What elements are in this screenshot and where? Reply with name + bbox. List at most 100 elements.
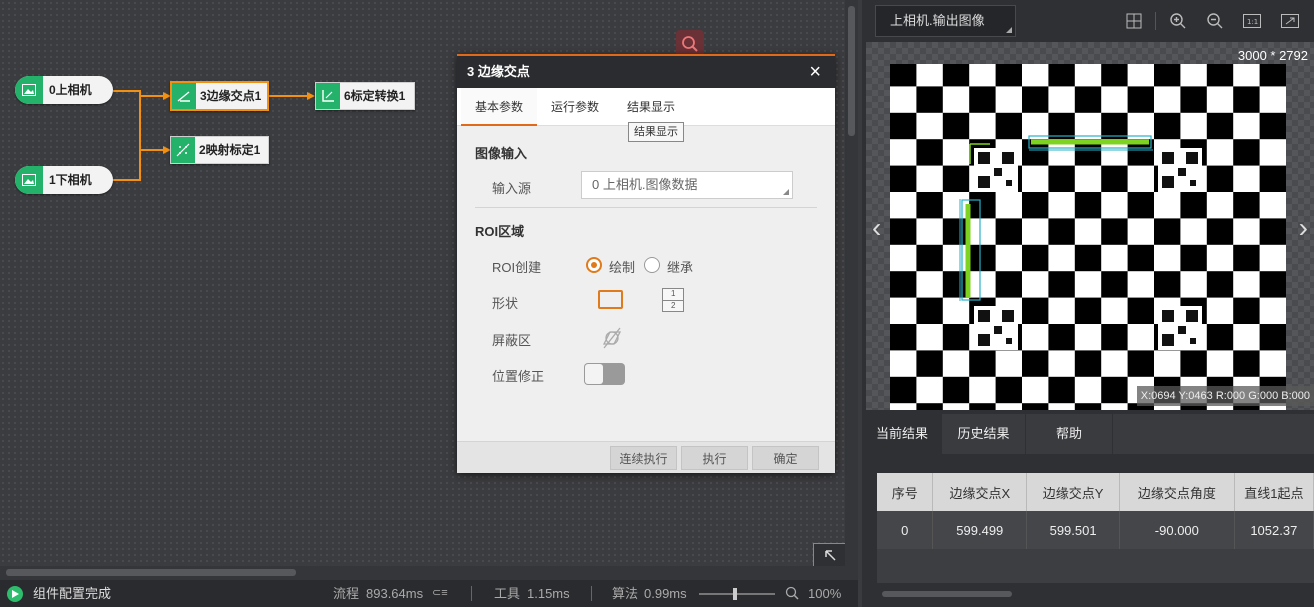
svg-text:1:1: 1:1 — [1247, 18, 1258, 26]
cell-y: 599.501 — [1026, 511, 1121, 549]
checkerboard-image — [890, 64, 1286, 410]
cell-line1-start: 1052.37 — [1234, 511, 1314, 549]
radio-inherit-label[interactable]: 继承 — [667, 257, 693, 276]
continuous-run-button[interactable]: 连续执行 — [610, 446, 677, 470]
column-header[interactable]: 边缘交点X — [932, 473, 1028, 511]
result-tabs: 当前结果 历史结果 帮助 — [862, 414, 1314, 454]
fit-window-icon[interactable] — [1280, 11, 1300, 31]
execute-button[interactable]: 执行 — [681, 446, 748, 470]
tab-result-display[interactable]: 结果显示 — [613, 88, 689, 126]
edge-intersection-icon — [172, 83, 196, 109]
node-label: 0上相机 — [49, 83, 92, 97]
source-label: 输入源 — [492, 181, 532, 196]
position-fix-toggle[interactable] — [584, 363, 625, 385]
rectangle-shape-icon[interactable] — [598, 290, 623, 309]
cell-x: 599.499 — [932, 511, 1028, 549]
shape-label: 形状 — [492, 296, 519, 311]
collapse-panel-icon[interactable] — [813, 543, 847, 567]
play-icon[interactable] — [7, 586, 23, 602]
cell-index: 0 — [877, 511, 934, 549]
status-bar: 组件配置完成 流程 893.64ms ⊂≡ 工具 1.15ms 算法 0.99m… — [0, 580, 858, 607]
tab-help[interactable]: 帮助 — [1025, 414, 1113, 454]
tool-time: 1.15ms — [527, 586, 570, 601]
node-map-calibration[interactable]: 2映射标定1 — [170, 136, 269, 164]
dialog-title: 3 边缘交点 — [467, 64, 530, 79]
tab-run-params[interactable]: 运行参数 — [537, 88, 613, 126]
zoom-out-icon[interactable] — [1205, 11, 1225, 31]
image-size: 3000 * 2792 — [1237, 48, 1308, 63]
node-label: 2映射标定1 — [199, 143, 261, 157]
connector-cam1-map — [113, 150, 141, 181]
connector-cam0-edge — [113, 90, 168, 97]
zoom-slider[interactable] — [699, 588, 775, 600]
section-image-input: 图像输入 — [475, 146, 528, 161]
next-image-icon[interactable]: › — [1299, 212, 1308, 244]
flow-detail-icon[interactable]: ⊂≡ — [432, 580, 448, 607]
dropdown-corner-icon — [1006, 27, 1012, 33]
tooltip: 结果显示 — [628, 122, 684, 142]
axis-transform-icon — [316, 83, 340, 109]
column-header[interactable]: 边缘交点角度 — [1119, 473, 1235, 511]
column-header[interactable]: 边缘交点Y — [1026, 473, 1121, 511]
grid-icon[interactable] — [1124, 11, 1144, 31]
column-header[interactable]: 序号 — [877, 473, 934, 511]
flow-time-label: 流程 — [333, 586, 360, 601]
canvas-horizontal-scrollbar[interactable] — [0, 566, 845, 580]
close-icon[interactable]: × — [809, 56, 821, 88]
actual-size-icon[interactable]: 1:1 — [1242, 11, 1262, 31]
radio-draw[interactable] — [586, 257, 602, 273]
node-label: 3边缘交点1 — [200, 89, 262, 103]
mask-region-icon[interactable] — [600, 326, 624, 353]
prev-image-icon[interactable]: ‹ — [872, 212, 881, 244]
dialog-tabs: 基本参数 运行参数 结果显示 — [457, 88, 835, 126]
image-icon — [15, 76, 43, 104]
image-result-panel: 上相机.输出图像 1:1 3000 * 2792 X:0694 Y:0463 R… — [862, 0, 1314, 607]
result-table: 序号 边缘交点X 边缘交点Y 边缘交点角度 直线1起点 0 599.499 59… — [877, 473, 1314, 583]
node-label: 6标定转换1 — [344, 89, 406, 103]
source-select[interactable]: 0 上相机.图像数据 — [581, 171, 793, 199]
algo-time-label: 算法 — [612, 586, 639, 601]
image-toolbar: 上相机.输出图像 1:1 — [862, 0, 1314, 42]
status-message: 组件配置完成 — [33, 586, 112, 601]
position-fix-label: 位置修正 — [492, 369, 545, 384]
edge-intersection-dialog: 3 边缘交点 × 基本参数 运行参数 结果显示 结果显示 图像输入 输入源 0 … — [457, 54, 835, 473]
tool-time-label: 工具 — [494, 586, 521, 601]
dialog-title-bar[interactable]: 3 边缘交点 × — [457, 56, 835, 88]
table-header-row: 序号 边缘交点X 边缘交点Y 边缘交点角度 直线1起点 — [877, 473, 1314, 511]
algo-time: 0.99ms — [644, 586, 687, 601]
image-source-value: 上相机.输出图像 — [890, 13, 985, 28]
radio-inherit[interactable] — [644, 257, 660, 273]
tab-basic-params[interactable]: 基本参数 — [461, 88, 537, 126]
cell-angle: -90.000 — [1119, 511, 1235, 549]
flow-time: 893.64ms — [366, 586, 424, 601]
zoom-level: 100% — [808, 586, 842, 601]
multi-rect-shape-icon[interactable]: 1 2 — [662, 288, 684, 312]
tab-history-result[interactable]: 历史结果 — [942, 414, 1025, 454]
roi-create-label: ROI创建 — [492, 260, 542, 275]
source-value: 0 上相机.图像数据 — [592, 177, 698, 192]
node-label: 1下相机 — [49, 173, 92, 187]
image-source-select[interactable]: 上相机.输出图像 — [875, 5, 1016, 37]
canvas-vertical-scrollbar[interactable] — [845, 0, 858, 580]
table-row[interactable]: 0 599.499 599.501 -90.000 1052.37 — [877, 511, 1314, 549]
section-roi: ROI区域 — [475, 224, 525, 239]
radio-draw-label[interactable]: 绘制 — [609, 257, 635, 276]
node-edge-intersection[interactable]: 3边缘交点1 — [170, 81, 269, 111]
column-header[interactable]: 直线1起点 — [1234, 473, 1314, 511]
result-horizontal-scrollbar[interactable] — [877, 587, 1314, 601]
dropdown-corner-icon — [783, 189, 789, 195]
node-camera-1[interactable]: 1下相机 — [15, 166, 113, 194]
mask-label: 屏蔽区 — [492, 333, 532, 348]
roi-horizontal[interactable] — [1028, 135, 1153, 151]
image-viewer[interactable]: 3000 * 2792 X:0694 Y:0463 R:000 G:000 B:… — [866, 42, 1314, 410]
dialog-footer: 连续执行 执行 确定 — [457, 441, 835, 473]
node-calib-transform[interactable]: 6标定转换1 — [315, 82, 415, 110]
node-camera-0[interactable]: 0上相机 — [15, 76, 113, 104]
zoom-icon[interactable] — [785, 586, 799, 603]
connector-cam0-map — [139, 96, 168, 151]
confirm-button[interactable]: 确定 — [752, 446, 819, 470]
zoom-in-icon[interactable] — [1168, 11, 1188, 31]
calibration-grid-icon — [171, 137, 195, 163]
tab-current-result[interactable]: 当前结果 — [862, 414, 942, 454]
image-icon — [15, 166, 43, 194]
